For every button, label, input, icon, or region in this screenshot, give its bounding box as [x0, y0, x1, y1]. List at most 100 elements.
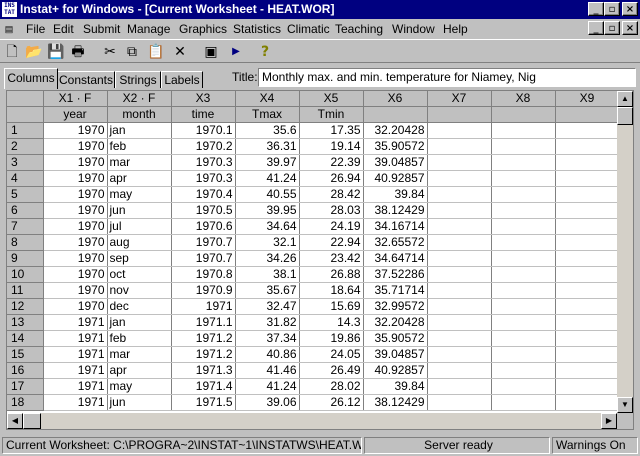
table-cell[interactable]: [427, 330, 492, 347]
table-cell[interactable]: 35.90572: [363, 138, 428, 155]
table-cell[interactable]: [491, 362, 556, 379]
column-header[interactable]: X3: [171, 91, 236, 107]
vertical-scrollbar[interactable]: ▲ ▼: [617, 91, 633, 413]
tab-columns[interactable]: Columns: [4, 68, 58, 89]
table-cell[interactable]: apr: [107, 170, 172, 187]
row-number[interactable]: 10: [7, 266, 44, 283]
table-cell[interactable]: 39.84: [363, 186, 428, 203]
table-cell[interactable]: 34.26: [235, 250, 300, 267]
table-cell[interactable]: [427, 186, 492, 203]
maximize-button[interactable]: ▫: [604, 2, 620, 16]
table-cell[interactable]: [427, 282, 492, 299]
table-cell[interactable]: 1970: [43, 298, 108, 315]
table-cell[interactable]: 1970.8: [171, 266, 236, 283]
table-cell[interactable]: [427, 266, 492, 283]
table-cell[interactable]: [491, 154, 556, 171]
tab-labels[interactable]: Labels: [161, 71, 203, 88]
column-header[interactable]: X4: [235, 91, 300, 107]
column-header[interactable]: X1 · F: [43, 91, 108, 107]
row-number[interactable]: 4: [7, 170, 44, 187]
table-cell[interactable]: 1971.3: [171, 362, 236, 379]
menu-file[interactable]: File: [26, 22, 45, 36]
table-cell[interactable]: 1970: [43, 234, 108, 251]
column-name[interactable]: Tmin: [299, 106, 364, 123]
table-cell[interactable]: 40.86: [235, 346, 300, 363]
table-cell[interactable]: [555, 138, 620, 155]
table-cell[interactable]: [491, 250, 556, 267]
table-cell[interactable]: 1970.4: [171, 186, 236, 203]
table-cell[interactable]: feb: [107, 330, 172, 347]
table-cell[interactable]: [491, 234, 556, 251]
table-cell[interactable]: 1970.5: [171, 202, 236, 219]
table-cell[interactable]: may: [107, 186, 172, 203]
column-header[interactable]: X7: [427, 91, 492, 107]
menu-help[interactable]: Help: [443, 22, 468, 36]
table-cell[interactable]: 32.20428: [363, 314, 428, 331]
menu-statistics[interactable]: Statistics: [233, 22, 281, 36]
table-cell[interactable]: 1971: [43, 378, 108, 395]
table-cell[interactable]: [555, 394, 620, 411]
dialog-icon[interactable]: ▣: [201, 42, 221, 62]
table-cell[interactable]: 32.65572: [363, 234, 428, 251]
table-cell[interactable]: 37.52286: [363, 266, 428, 283]
table-cell[interactable]: 38.12429: [363, 394, 428, 411]
table-cell[interactable]: 18.64: [299, 282, 364, 299]
table-cell[interactable]: [427, 170, 492, 187]
table-cell[interactable]: 23.42: [299, 250, 364, 267]
print-icon[interactable]: 🖶: [68, 42, 88, 62]
table-cell[interactable]: [427, 378, 492, 395]
table-cell[interactable]: 24.05: [299, 346, 364, 363]
hscroll-thumb[interactable]: [23, 413, 41, 429]
table-cell[interactable]: 1971: [171, 298, 236, 315]
table-cell[interactable]: 1971: [43, 330, 108, 347]
table-cell[interactable]: [491, 186, 556, 203]
table-cell[interactable]: [555, 346, 620, 363]
table-cell[interactable]: 32.1: [235, 234, 300, 251]
table-cell[interactable]: 28.42: [299, 186, 364, 203]
table-cell[interactable]: jan: [107, 314, 172, 331]
column-name[interactable]: month: [107, 106, 172, 123]
table-cell[interactable]: [491, 394, 556, 411]
column-header[interactable]: X6: [363, 91, 428, 107]
column-name[interactable]: Tmax: [235, 106, 300, 123]
table-cell[interactable]: 1970: [43, 202, 108, 219]
horizontal-scrollbar[interactable]: ◀ ▶: [7, 413, 617, 429]
copy-icon[interactable]: ⧉: [122, 42, 142, 62]
column-header[interactable]: X2 · F: [107, 91, 172, 107]
table-cell[interactable]: 1970.1: [171, 122, 236, 139]
table-cell[interactable]: [491, 298, 556, 315]
table-cell[interactable]: jun: [107, 202, 172, 219]
table-cell[interactable]: 1970.6: [171, 218, 236, 235]
column-name[interactable]: year: [43, 106, 108, 123]
column-header[interactable]: X5: [299, 91, 364, 107]
table-cell[interactable]: [555, 186, 620, 203]
table-cell[interactable]: mar: [107, 346, 172, 363]
table-cell[interactable]: [555, 298, 620, 315]
scroll-down-button[interactable]: ▼: [617, 397, 633, 413]
row-number[interactable]: 8: [7, 234, 44, 251]
table-cell[interactable]: 35.6: [235, 122, 300, 139]
menu-teaching[interactable]: Teaching: [335, 22, 383, 36]
table-cell[interactable]: 32.47: [235, 298, 300, 315]
table-cell[interactable]: 1971: [43, 394, 108, 411]
paste-icon[interactable]: 📋: [146, 42, 166, 62]
table-cell[interactable]: 1970.7: [171, 250, 236, 267]
table-cell[interactable]: 1970: [43, 138, 108, 155]
tab-constants[interactable]: Constants: [57, 71, 115, 88]
row-number[interactable]: 7: [7, 218, 44, 235]
close-button[interactable]: ×: [622, 2, 638, 16]
table-cell[interactable]: [555, 202, 620, 219]
table-cell[interactable]: 1971: [43, 314, 108, 331]
doc-minimize-button[interactable]: _: [588, 21, 604, 35]
table-cell[interactable]: [555, 378, 620, 395]
table-cell[interactable]: 26.12: [299, 394, 364, 411]
table-cell[interactable]: 1970: [43, 218, 108, 235]
table-cell[interactable]: 35.67: [235, 282, 300, 299]
table-cell[interactable]: 1970.2: [171, 138, 236, 155]
table-cell[interactable]: 1971.2: [171, 346, 236, 363]
table-cell[interactable]: oct: [107, 266, 172, 283]
table-cell[interactable]: 17.35: [299, 122, 364, 139]
table-cell[interactable]: mar: [107, 154, 172, 171]
column-name[interactable]: [363, 106, 428, 123]
table-cell[interactable]: 1971.4: [171, 378, 236, 395]
